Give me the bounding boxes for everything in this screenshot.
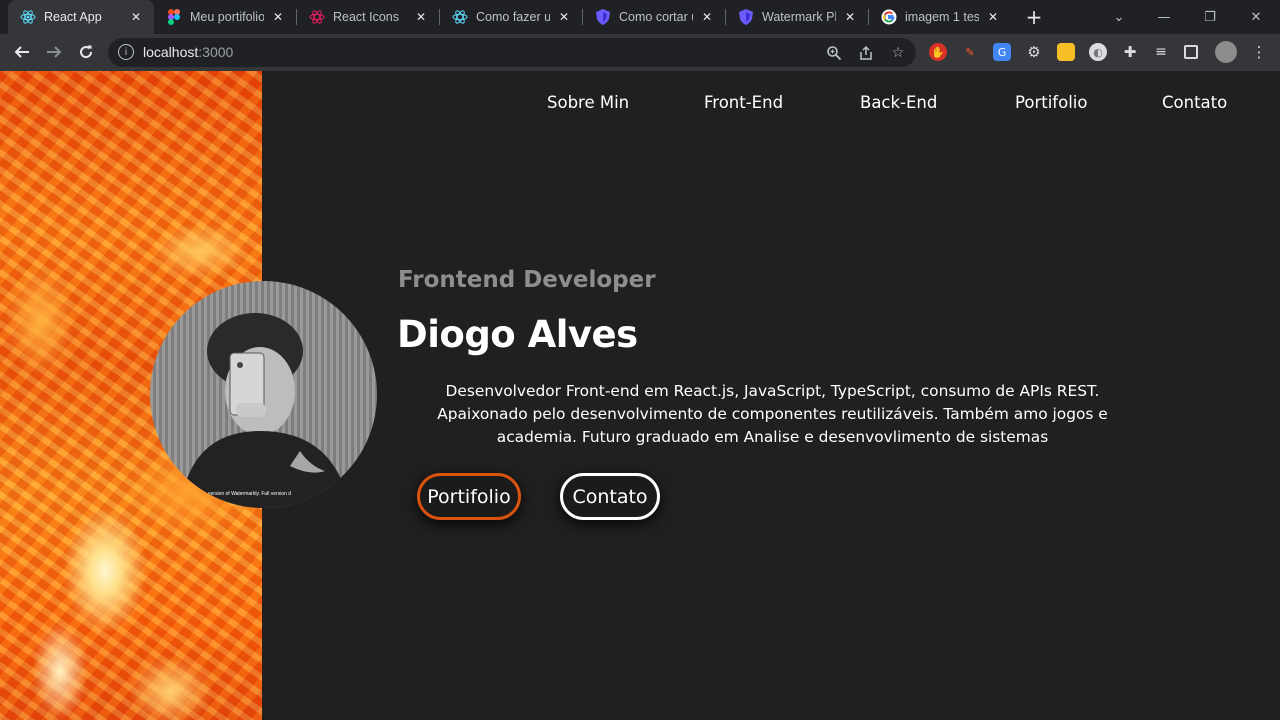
share-icon[interactable] [856,43,876,63]
react-icons-icon [309,9,325,25]
profile-photo-figure [180,313,350,508]
translate-icon[interactable]: G [993,43,1011,61]
hero-name: Diogo Alves [397,313,638,356]
profile-avatar[interactable] [1215,41,1237,63]
tab-search-chevron-icon[interactable]: ⌄ [1096,0,1142,34]
new-tab-button[interactable]: + [1022,5,1046,29]
portfolio-button[interactable]: Portifolio [417,473,521,520]
tab-title: Watermark Pho [762,10,836,24]
shield-icon [595,9,611,25]
tab-react-app[interactable]: React App ✕ [8,0,154,34]
keep-icon[interactable] [1057,43,1075,61]
hero-bio: Desenvolvedor Front-end em React.js, Jav… [437,382,1108,446]
react-icon [20,9,36,25]
media-queue-icon[interactable]: ≡ [1152,43,1170,61]
tab-title: React Icons [333,10,400,24]
tab-meu-portifolio[interactable]: Meu portifolio ✕ [154,0,296,34]
close-icon[interactable]: ✕ [556,9,572,25]
tab-watermark[interactable]: Watermark Pho ✕ [726,0,868,34]
url-host: localhost [143,44,199,60]
contact-button[interactable]: Contato [560,473,660,520]
zoom-icon[interactable] [824,43,844,63]
close-icon[interactable]: ✕ [985,9,1001,25]
tab-title: Como cortar u [619,10,693,24]
nav-item-back-end[interactable]: Back-End [860,93,937,112]
figma-icon [166,9,182,25]
adblock-icon[interactable]: ✋ [929,43,947,61]
nav-item-contato[interactable]: Contato [1162,93,1227,112]
bookmark-star-icon[interactable]: ☆ [888,43,908,63]
more-menu-icon[interactable]: ⋮ [1250,43,1268,61]
page-viewport: Sobre Min Front-End Back-End Portifolio … [0,71,1280,720]
tab-title: Como fazer um [476,10,550,24]
google-icon [881,9,897,25]
extensions-puzzle-icon[interactable]: ✚ [1121,43,1139,61]
window-close-button[interactable]: ✕ [1233,0,1279,34]
side-panel-icon[interactable] [1184,45,1198,59]
url-text: localhost:3000 [143,44,233,60]
close-icon[interactable]: ✕ [413,9,429,25]
url-port: :3000 [198,44,234,60]
extension-circle-icon[interactable]: ◐ [1089,43,1107,61]
color-picker-icon[interactable]: ✎ [961,43,979,61]
photo-watermark: version of Watermarkly. Full version d [208,491,292,497]
close-icon[interactable]: ✕ [128,9,144,25]
forward-arrow-icon[interactable] [40,38,68,66]
tab-title: React App [44,10,102,24]
hero-subtitle: Frontend Developer [398,267,656,293]
react-icon [452,9,468,25]
address-bar[interactable]: i localhost:3000 ☆ [108,38,916,67]
tab-title: imagem 1 teste [905,10,979,24]
close-icon[interactable]: ✕ [270,9,286,25]
minimize-button[interactable]: — [1141,0,1187,34]
close-icon[interactable]: ✕ [842,9,858,25]
browser-toolbar: i localhost:3000 ☆ ✋ ✎ G ⚙ ◐ ✚ ≡ ⋮ [0,34,1280,71]
profile-photo: version of Watermarkly. Full version d [150,281,377,508]
tab-react-icons[interactable]: React Icons ✕ [297,0,439,34]
nav-item-portifolio[interactable]: Portifolio [1015,93,1087,112]
reload-icon[interactable] [72,38,100,66]
browser-tab-strip: React App ✕ Meu portifolio ✕ React Icons… [0,0,1280,34]
main-nav: Sobre Min Front-End Back-End Portifolio … [0,93,1280,115]
nav-item-sobre-min[interactable]: Sobre Min [547,93,629,112]
site-info-icon[interactable]: i [118,44,134,60]
tab-como-fazer[interactable]: Como fazer um ✕ [440,0,582,34]
shield-icon [738,9,754,25]
gear-icon[interactable]: ⚙ [1025,43,1043,61]
close-icon[interactable]: ✕ [699,9,715,25]
back-arrow-icon[interactable] [8,38,36,66]
restore-button[interactable]: ❐ [1187,0,1233,34]
nav-item-front-end[interactable]: Front-End [704,93,783,112]
tab-como-cortar[interactable]: Como cortar u ✕ [583,0,725,34]
tab-title: Meu portifolio [190,10,264,24]
tab-imagem[interactable]: imagem 1 teste ✕ [869,0,1011,34]
